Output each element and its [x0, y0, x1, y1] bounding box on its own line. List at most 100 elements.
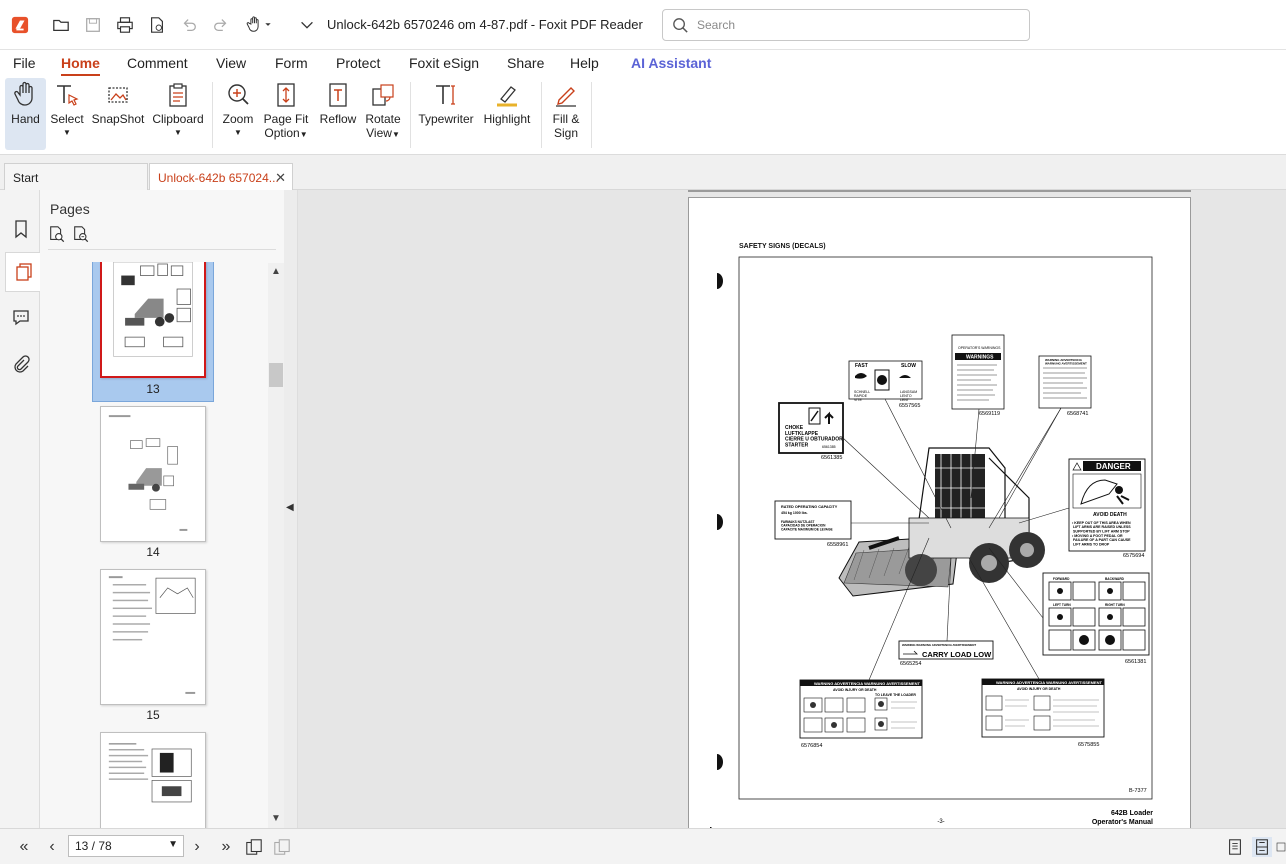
single-page-view-icon[interactable]: [1225, 837, 1245, 857]
decal-rated-capacity: RATED OPERATING CAPACITY: [781, 505, 838, 509]
attachments-icon[interactable]: [6, 344, 36, 384]
facing-view-icon[interactable]: [1276, 837, 1286, 857]
decal-6569119: 6569119: [979, 411, 1000, 417]
page-indicator: 13 / 78: [75, 839, 112, 853]
tab-document-label: Unlock-642b 657024...: [158, 171, 279, 185]
scrollbar-thumb[interactable]: [269, 363, 283, 387]
document-properties-icon[interactable]: [147, 15, 167, 35]
comments-icon[interactable]: [6, 297, 36, 337]
page-fit-dropdown-icon[interactable]: ▼: [300, 130, 308, 139]
window-title: Unlock-642b 6570246 om 4-87.pdf - Foxit …: [327, 17, 643, 32]
page-thumbnail-16[interactable]: [100, 732, 206, 828]
tab-start[interactable]: Start: [4, 163, 148, 190]
decal-backward: BACKWARD: [1105, 577, 1125, 581]
decal-danger: DANGER: [1096, 462, 1131, 471]
menu-protect[interactable]: Protect: [336, 55, 380, 71]
open-folder-icon[interactable]: [51, 15, 71, 35]
page-thumbnail-14[interactable]: [100, 406, 206, 542]
page-thumbnail-15[interactable]: [100, 569, 206, 705]
page-fit-option-button[interactable]: Page Fit Option▼: [262, 78, 310, 150]
menu-view[interactable]: View: [216, 55, 246, 71]
thumbnail-list: 13 14 15: [40, 262, 268, 828]
pages-icon[interactable]: [5, 252, 41, 292]
decal-carry-load-low: CARRY LOAD LOW: [922, 650, 992, 659]
fill-sign-button[interactable]: Fill & Sign: [547, 78, 585, 150]
continuous-view-icon[interactable]: [1252, 837, 1272, 857]
hand-label: Hand: [11, 112, 40, 126]
decal-avoid-injury-2: AVOID INJURY OR DEATH: [1017, 687, 1061, 691]
menu-comment[interactable]: Comment: [127, 55, 188, 71]
fill-sign-icon: [556, 87, 576, 107]
clipboard-dropdown-icon[interactable]: ▼: [151, 126, 205, 140]
close-tab-icon[interactable]: ✕: [275, 170, 286, 186]
search-placeholder: Search: [697, 18, 736, 32]
zoom-thumbnails-icon[interactable]: [72, 225, 92, 245]
rotate-label-2: View: [366, 126, 392, 140]
scroll-up-icon[interactable]: ▲: [271, 266, 281, 277]
menu-foxit-esign[interactable]: Foxit eSign: [409, 55, 479, 71]
collapse-arrow-icon[interactable]: ◀: [286, 502, 294, 513]
footer-manual: Operator's Manual: [1092, 819, 1153, 826]
menu-ai-assistant[interactable]: AI Assistant: [631, 55, 711, 71]
first-page-icon[interactable]: «: [14, 837, 34, 857]
previous-page-icon[interactable]: ‹: [42, 837, 62, 857]
reflow-button[interactable]: Reflow: [318, 78, 358, 150]
decal-right-turn: RIGHT TURN: [1105, 603, 1125, 607]
page-preview-image: [108, 576, 196, 694]
select-dropdown-icon[interactable]: ▼: [49, 126, 85, 140]
status-bar: « ‹ 13 / 78 ▼ › »: [0, 828, 1286, 864]
typewriter-button[interactable]: Typewriter: [417, 78, 475, 150]
collapse-panel-handle[interactable]: ◀: [284, 190, 298, 828]
menu-help[interactable]: Help: [570, 55, 599, 71]
ribbon-toolbar: Hand Select ▼ SnapShot Clipboard ▼ Zoom …: [0, 76, 1286, 155]
pages-panel-scrollbar[interactable]: ▲ ▼: [268, 263, 284, 828]
save-icon[interactable]: [83, 15, 103, 35]
next-view-icon[interactable]: [272, 837, 292, 857]
search-icon: [673, 18, 688, 33]
zoom-dropdown-icon[interactable]: ▼: [220, 126, 256, 140]
menu-bar: File Home Comment View Form Protect Foxi…: [0, 50, 1286, 76]
select-button[interactable]: Select ▼: [49, 78, 85, 150]
hand-tool-dropdown-icon[interactable]: [243, 15, 275, 35]
menu-file[interactable]: File: [13, 55, 36, 71]
zoom-button[interactable]: Zoom ▼: [220, 78, 256, 150]
rotate-dropdown-icon[interactable]: ▼: [392, 130, 400, 139]
page-preview-image: [108, 743, 192, 803]
tab-document[interactable]: Unlock-642b 657024... ✕: [149, 163, 293, 190]
pdf-page[interactable]: SAFETY SIGNS (DECALS) FAST SLOW SCHNELL R…: [688, 197, 1191, 828]
pages-panel: Pages 13 14 15: [40, 190, 284, 828]
typewriter-icon: [436, 85, 455, 105]
page-number-15: 15: [146, 708, 160, 722]
undo-icon[interactable]: [179, 15, 199, 35]
last-page-icon[interactable]: »: [216, 837, 236, 857]
scroll-down-icon[interactable]: ▼: [271, 813, 281, 824]
panel-divider: [48, 249, 276, 250]
decal-fast: FAST: [855, 363, 868, 369]
ribbon-separator: [591, 82, 592, 148]
decal-6561385-small: 6561385: [822, 445, 836, 449]
bookmarks-icon[interactable]: [6, 209, 36, 249]
print-icon[interactable]: [115, 15, 135, 35]
rotate-view-button[interactable]: Rotate View▼: [363, 78, 403, 150]
previous-view-icon[interactable]: [244, 837, 264, 857]
menu-share[interactable]: Share: [507, 55, 544, 71]
decal-leave-loader: TO LEAVE THE LOADER: [875, 693, 916, 697]
clipboard-button[interactable]: Clipboard ▼: [151, 78, 205, 150]
page-dropdown-icon[interactable]: ▼: [168, 839, 178, 850]
highlight-button[interactable]: Highlight: [480, 78, 534, 150]
redo-icon[interactable]: [211, 15, 231, 35]
customize-toolbar-icon[interactable]: [297, 15, 317, 35]
menu-home[interactable]: Home: [61, 55, 100, 76]
snapshot-label: SnapShot: [91, 112, 145, 126]
decal-6575855: 6575855: [1078, 742, 1099, 748]
page-thumbnail-13[interactable]: [100, 262, 206, 378]
page-fit-label-2: Option: [264, 126, 300, 140]
next-page-icon[interactable]: ›: [187, 837, 207, 857]
snapshot-button[interactable]: SnapShot: [91, 78, 145, 150]
page-number-input[interactable]: 13 / 78 ▼: [68, 835, 184, 857]
page-options-icon[interactable]: [48, 225, 68, 245]
document-view[interactable]: SAFETY SIGNS (DECALS) FAST SLOW SCHNELL R…: [298, 190, 1286, 828]
hand-button[interactable]: Hand: [5, 78, 46, 150]
search-input[interactable]: Search: [662, 9, 1030, 41]
menu-form[interactable]: Form: [275, 55, 308, 71]
